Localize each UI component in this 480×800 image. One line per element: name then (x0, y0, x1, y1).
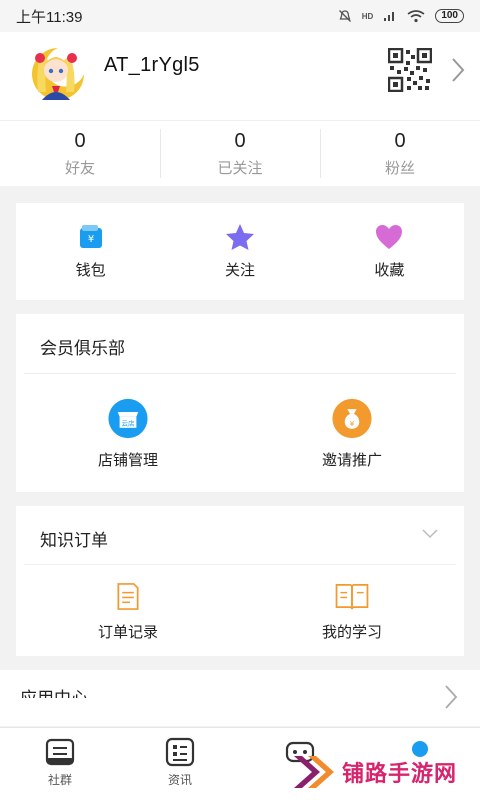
divider (24, 564, 456, 565)
money-bag-icon: ¥ (332, 398, 372, 439)
store-management-label: 店铺管理 (97, 452, 158, 469)
order-records-label: 订单记录 (97, 624, 158, 641)
divider (24, 373, 456, 374)
status-bar: 上午11:39 HD 100 (0, 0, 480, 32)
document-icon (117, 583, 139, 610)
watermark-logo-icon (294, 756, 334, 788)
stat-label: 好友 (64, 159, 95, 177)
invite-promote-button[interactable]: ¥ 邀请推广 (240, 398, 464, 470)
favorites-label: 收藏 (374, 262, 405, 279)
wallet-icon: ¥ (79, 225, 102, 248)
tab-news[interactable]: 资讯 (120, 728, 240, 800)
store-icon: 云店 (108, 398, 148, 439)
favorites-button[interactable]: 收藏 (315, 203, 464, 300)
stat-fans[interactable]: 0 粉丝 (320, 121, 480, 186)
member-club-row: 云店 店铺管理 ¥ 邀请推广 (16, 398, 464, 470)
stat-label: 已关注 (217, 159, 263, 177)
tab-label: 资讯 (167, 773, 192, 787)
knowledge-orders-card: 知识订单 订单记录 我的学习 (16, 506, 464, 656)
avatar[interactable] (24, 42, 88, 106)
chevron-right-icon[interactable] (450, 56, 466, 84)
member-club-card: 会员俱乐部 云店 店铺管理 ¥ 邀请推广 (16, 314, 464, 492)
store-badge-text: 云店 (121, 418, 135, 427)
quick-actions-card: ¥ 钱包 关注 收藏 (16, 203, 464, 300)
stat-value: 0 (74, 129, 86, 152)
qr-code-icon[interactable] (388, 48, 432, 92)
mute-icon (338, 10, 351, 22)
member-club-title: 会员俱乐部 (40, 339, 125, 358)
partial-section-title: 应用中心 (20, 684, 88, 698)
svg-text:¥: ¥ (350, 419, 355, 428)
partial-section[interactable]: 应用中心 (0, 670, 480, 726)
stat-following[interactable]: 0 已关注 (160, 121, 320, 186)
book-icon (335, 584, 369, 610)
follow-label: 关注 (224, 262, 255, 279)
stat-label: 粉丝 (384, 159, 415, 177)
battery-indicator: 100 (435, 9, 464, 23)
heart-icon (376, 225, 403, 249)
star-icon (225, 224, 254, 250)
username: AT_1rYgl5 (104, 54, 200, 76)
svg-text:¥: ¥ (87, 234, 93, 245)
knowledge-orders-row: 订单记录 我的学习 (16, 582, 464, 642)
hd-indicator: HD (361, 11, 374, 21)
knowledge-orders-title: 知识订单 (40, 531, 108, 550)
order-records-button[interactable]: 订单记录 (16, 582, 240, 642)
invite-promote-label: 邀请推广 (321, 452, 382, 469)
stat-friends[interactable]: 0 好友 (0, 121, 160, 186)
stat-value: 0 (394, 129, 406, 152)
my-learning-label: 我的学习 (321, 624, 382, 641)
follow-button[interactable]: 关注 (165, 203, 314, 300)
wifi-icon (407, 9, 425, 22)
tab-community[interactable]: 社群 (0, 728, 120, 800)
watermark: 铺路手游网 (290, 752, 457, 792)
signal-icon (384, 12, 395, 21)
watermark-text: 铺路手游网 (342, 761, 458, 786)
status-time: 上午11:39 (16, 8, 83, 26)
wallet-label: 钱包 (75, 262, 106, 279)
my-learning-button[interactable]: 我的学习 (240, 582, 464, 642)
store-management-button[interactable]: 云店 店铺管理 (16, 398, 240, 470)
stats-bar: 0 好友 0 已关注 0 粉丝 (0, 120, 480, 186)
status-icons: HD 100 (338, 9, 464, 23)
chevron-right-icon[interactable] (444, 684, 458, 710)
profile-header[interactable]: AT_1rYgl5 (0, 32, 480, 120)
tab-label: 社群 (47, 773, 72, 787)
news-icon (165, 737, 195, 767)
community-icon (45, 738, 75, 766)
stat-value: 0 (234, 129, 246, 152)
chevron-down-icon[interactable] (421, 528, 439, 540)
wallet-button[interactable]: ¥ 钱包 (16, 203, 165, 300)
